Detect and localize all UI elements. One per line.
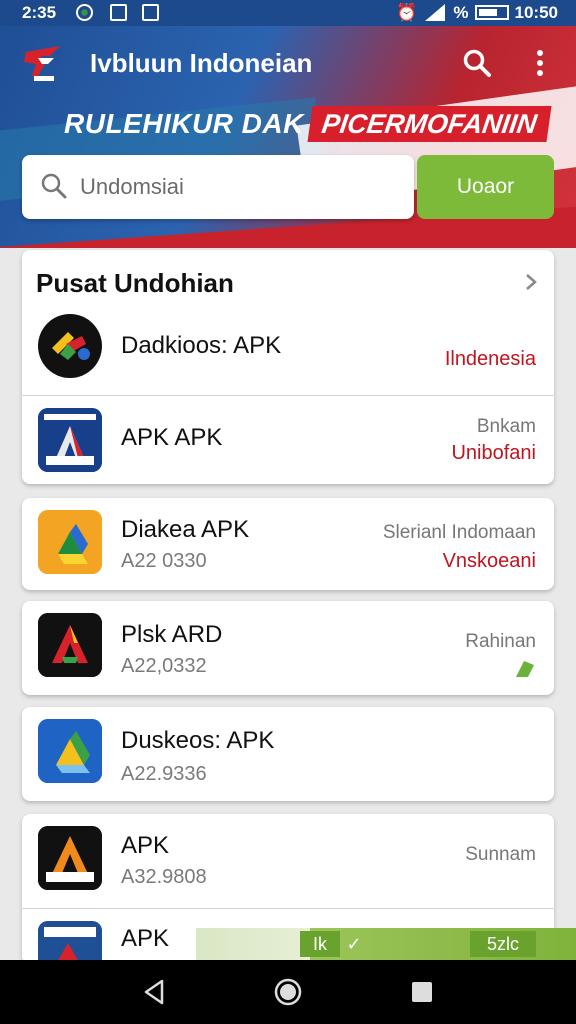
- app-logo-icon[interactable]: [20, 42, 66, 84]
- notification-globe-icon: [76, 4, 93, 21]
- hero-header: Ivbluun Indoneian RULEHIKUR DAK PICERMOFA…: [0, 26, 576, 248]
- app-meta: Bnkam: [476, 416, 536, 437]
- app-card[interactable]: Plsk ARD A22,0332 Rahinan: [22, 601, 554, 695]
- app-meta: Slerianl Indomaan: [382, 522, 536, 543]
- search-icon: [41, 173, 67, 199]
- app-region: Ilndenesia: [444, 348, 536, 370]
- multicolor-tools-icon: [38, 314, 102, 378]
- app-name: APK APK: [121, 424, 223, 451]
- app-card[interactable]: Duskeos: APK A22.9336: [22, 707, 554, 801]
- app-version: A32.9808: [121, 866, 207, 888]
- check-icon: ✓: [346, 934, 362, 954]
- home-icon[interactable]: [272, 976, 304, 1008]
- section-title[interactable]: Pusat Undohian: [36, 268, 234, 299]
- apk-a-logo-icon: [38, 408, 102, 472]
- search-button[interactable]: Uoaor: [417, 155, 554, 219]
- status-time: 2:35: [22, 3, 57, 22]
- list-item[interactable]: APK APK Bnkam Unibofani: [22, 396, 554, 484]
- app-version: A22,0332: [121, 655, 207, 677]
- app-card[interactable]: Diakea APK A22 0330 Slerianl Indomaan Vn…: [22, 498, 554, 590]
- app-name: Duskeos: APK: [121, 727, 275, 754]
- battery-percent: %: [453, 3, 469, 22]
- notification-image-icon: [110, 4, 127, 21]
- promo-banner: RULEHIKUR DAK PICERMOFANIIN: [64, 106, 551, 142]
- status-clock: 10:50: [514, 3, 558, 22]
- status-right: ⏰% 10:50: [396, 3, 558, 23]
- app-name: APK: [121, 832, 170, 859]
- red-a-logo-icon: [38, 613, 102, 677]
- app-version: A22 0330: [121, 550, 207, 572]
- search-input[interactable]: [80, 167, 400, 207]
- search-icon[interactable]: [462, 48, 492, 78]
- back-icon[interactable]: [138, 976, 170, 1008]
- app-region: Vnskoeani: [442, 550, 536, 572]
- signal-icon: [425, 4, 446, 21]
- orange-a-logo-icon: [38, 826, 102, 890]
- search-field[interactable]: [22, 155, 414, 219]
- list-item[interactable]: Dadkioos: APK Ilndenesia: [22, 300, 554, 396]
- battery-icon: [474, 5, 509, 20]
- app-meta: Rahinan: [465, 631, 536, 652]
- blue-drive-icon: [38, 719, 102, 783]
- app-bar: Ivbluun Indoneian: [0, 26, 576, 100]
- chevron-right-icon[interactable]: [524, 272, 538, 292]
- app-region: Unibofani: [451, 442, 536, 464]
- app-meta: Sunnam: [465, 844, 536, 865]
- system-nav-bar: [0, 960, 576, 1024]
- drive-triangle-icon: [38, 510, 102, 574]
- app-name: APK: [121, 925, 170, 952]
- app-name: Diakea APK: [121, 516, 250, 543]
- more-menu-icon[interactable]: [528, 48, 552, 78]
- status-bar: 2:35 ⏰% 10:50: [0, 0, 576, 26]
- download-strip: Ik ✓ 5zlc: [196, 928, 576, 960]
- banner-text-left: RULEHIKUR DAK: [64, 108, 304, 139]
- recents-icon[interactable]: [406, 976, 438, 1008]
- banner-text-right: PICERMOFANIIN: [307, 106, 551, 142]
- notification-photo-icon: [142, 4, 159, 21]
- app-title: Ivbluun Indoneian: [90, 48, 313, 78]
- app-version: A22.9336: [121, 763, 207, 785]
- download-label[interactable]: Ik: [300, 931, 340, 957]
- download-size-button[interactable]: 5zlc: [470, 931, 536, 957]
- leaf-icon: [516, 661, 534, 677]
- app-name: Dadkioos: APK: [121, 332, 282, 359]
- alarm-icon: ⏰: [396, 3, 418, 22]
- app-name: Plsk ARD: [121, 621, 223, 648]
- section-card: Pusat Undohian Dadkioos: APK Ilndenesia: [22, 250, 554, 484]
